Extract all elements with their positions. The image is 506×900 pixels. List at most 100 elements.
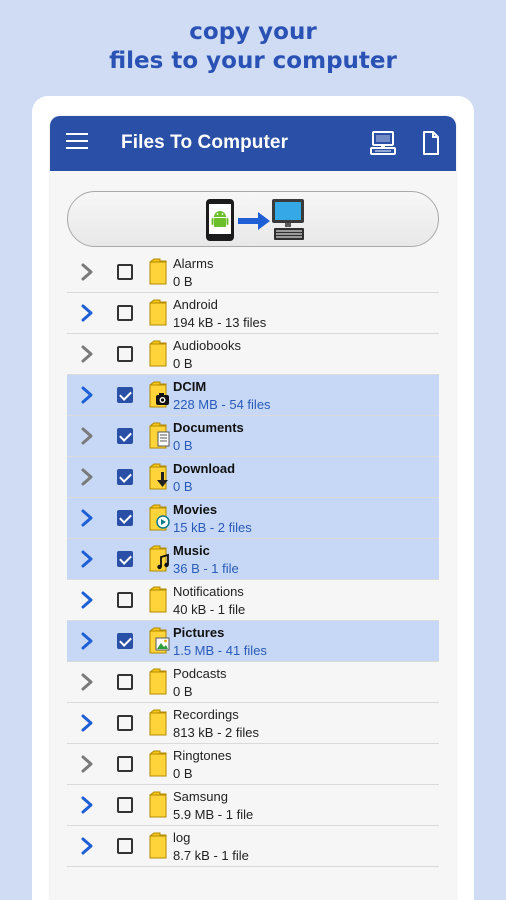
headline-line-2: files to your computer xyxy=(109,48,397,74)
folder-checkbox[interactable] xyxy=(117,838,133,854)
folder-name: log xyxy=(173,830,191,845)
chevron-right-icon[interactable] xyxy=(80,672,94,692)
promo-headline: copy your files to your computer xyxy=(0,18,506,76)
chevron-right-icon[interactable] xyxy=(80,262,94,282)
folder-row[interactable]: Pictures 1.5 MB - 41 files xyxy=(67,621,439,662)
folder-checkbox[interactable] xyxy=(117,633,133,649)
folder-name: Alarms xyxy=(173,256,214,271)
folder-icon xyxy=(148,299,170,327)
chevron-right-icon[interactable] xyxy=(80,467,94,487)
arrow-right-icon xyxy=(238,212,270,230)
chevron-right-icon[interactable] xyxy=(80,303,94,323)
folder-name: Audiobooks xyxy=(173,338,241,353)
menu-icon[interactable] xyxy=(66,133,88,153)
folder-checkbox[interactable] xyxy=(117,428,133,444)
folder-size-info: 1.5 MB - 41 files xyxy=(173,643,267,658)
chevron-right-icon[interactable] xyxy=(80,508,94,528)
folder-icon xyxy=(148,709,170,737)
folder-name: Podcasts xyxy=(173,666,227,681)
chevron-right-icon[interactable] xyxy=(80,426,94,446)
folder-row[interactable]: Android 194 kB - 13 files xyxy=(67,293,439,334)
folder-row[interactable]: DCIM 228 MB - 54 files xyxy=(67,375,439,416)
folder-icon xyxy=(148,586,170,614)
android-phone-icon xyxy=(206,199,234,241)
folder-row[interactable]: Download 0 B xyxy=(67,457,439,498)
folder-name: Music xyxy=(173,543,210,558)
folder-checkbox[interactable] xyxy=(117,756,133,772)
folder-checkbox[interactable] xyxy=(117,305,133,321)
folder-list: Alarms 0 B Android 194 kB - 13 files Audiobo… xyxy=(67,252,439,867)
chevron-right-icon[interactable] xyxy=(80,713,94,733)
folder-checkbox[interactable] xyxy=(117,469,133,485)
app-title: Files To Computer xyxy=(121,132,289,153)
folder-icon xyxy=(148,258,170,286)
folder-row[interactable]: Samsung 5.9 MB - 1 file xyxy=(67,785,439,826)
chevron-right-icon[interactable] xyxy=(80,590,94,610)
chevron-right-icon[interactable] xyxy=(80,344,94,364)
folder-size-info: 194 kB - 13 files xyxy=(173,315,267,330)
folder-name: Ringtones xyxy=(173,748,232,763)
folder-size-info: 5.9 MB - 1 file xyxy=(173,807,254,822)
chevron-right-icon[interactable] xyxy=(80,549,94,569)
folder-icon xyxy=(148,791,170,819)
folder-row[interactable]: Notifications 40 kB - 1 file xyxy=(67,580,439,621)
folder-icon xyxy=(148,340,170,368)
folder-checkbox[interactable] xyxy=(117,797,133,813)
folder-checkbox[interactable] xyxy=(117,387,133,403)
folder-size-info: 0 B xyxy=(173,356,193,371)
folder-checkbox[interactable] xyxy=(117,715,133,731)
folder-name: Pictures xyxy=(173,625,225,640)
folder-size-info: 813 kB - 2 files xyxy=(173,725,259,740)
folder-size-info: 0 B xyxy=(173,766,193,781)
folder-checkbox[interactable] xyxy=(117,264,133,280)
folder-size-info: 228 MB - 54 files xyxy=(173,397,271,412)
folder-name: Notifications xyxy=(173,584,244,599)
folder-checkbox[interactable] xyxy=(117,551,133,567)
folder-icon xyxy=(148,422,170,450)
folder-icon xyxy=(148,463,170,491)
folder-size-info: 0 B xyxy=(173,274,193,289)
app-bar: Files To Computer xyxy=(50,116,456,171)
app-screen: Files To Computer Alarms 0 B Android 194… xyxy=(50,116,456,900)
folder-size-info: 0 B xyxy=(173,684,193,699)
folder-size-info: 8.7 kB - 1 file xyxy=(173,848,249,863)
computer-icon[interactable] xyxy=(370,131,396,155)
file-icon[interactable] xyxy=(422,131,440,155)
folder-checkbox[interactable] xyxy=(117,346,133,362)
folder-icon xyxy=(148,545,170,573)
folder-name: DCIM xyxy=(173,379,207,394)
folder-row[interactable]: Audiobooks 0 B xyxy=(67,334,439,375)
folder-checkbox[interactable] xyxy=(117,592,133,608)
folder-icon xyxy=(148,832,170,860)
folder-name: Documents xyxy=(173,420,244,435)
folder-name: Recordings xyxy=(173,707,239,722)
folder-size-info: 0 B xyxy=(173,438,193,453)
folder-icon xyxy=(148,627,170,655)
folder-checkbox[interactable] xyxy=(117,510,133,526)
desktop-computer-icon xyxy=(272,199,304,240)
chevron-right-icon[interactable] xyxy=(80,836,94,856)
folder-checkbox[interactable] xyxy=(117,674,133,690)
folder-row[interactable]: Movies 15 kB - 2 files xyxy=(67,498,439,539)
folder-size-info: 36 B - 1 file xyxy=(173,561,239,576)
folder-name: Android xyxy=(173,297,218,312)
folder-size-info: 15 kB - 2 files xyxy=(173,520,252,535)
folder-row[interactable]: Documents 0 B xyxy=(67,416,439,457)
headline-line-1: copy your xyxy=(189,19,317,45)
folder-row[interactable]: Podcasts 0 B xyxy=(67,662,439,703)
folder-row[interactable]: Music 36 B - 1 file xyxy=(67,539,439,580)
transfer-to-computer-button[interactable] xyxy=(67,191,439,247)
folder-row[interactable]: log 8.7 kB - 1 file xyxy=(67,826,439,867)
folder-row[interactable]: Alarms 0 B xyxy=(67,252,439,293)
chevron-right-icon[interactable] xyxy=(80,385,94,405)
folder-size-info: 40 kB - 1 file xyxy=(173,602,246,617)
folder-name: Movies xyxy=(173,502,218,517)
chevron-right-icon[interactable] xyxy=(80,754,94,774)
chevron-right-icon[interactable] xyxy=(80,795,94,815)
folder-name: Download xyxy=(173,461,236,476)
folder-row[interactable]: Recordings 813 kB - 2 files xyxy=(67,703,439,744)
chevron-right-icon[interactable] xyxy=(80,631,94,651)
folder-icon xyxy=(148,504,170,532)
folder-row[interactable]: Ringtones 0 B xyxy=(67,744,439,785)
folder-name: Samsung xyxy=(173,789,228,804)
